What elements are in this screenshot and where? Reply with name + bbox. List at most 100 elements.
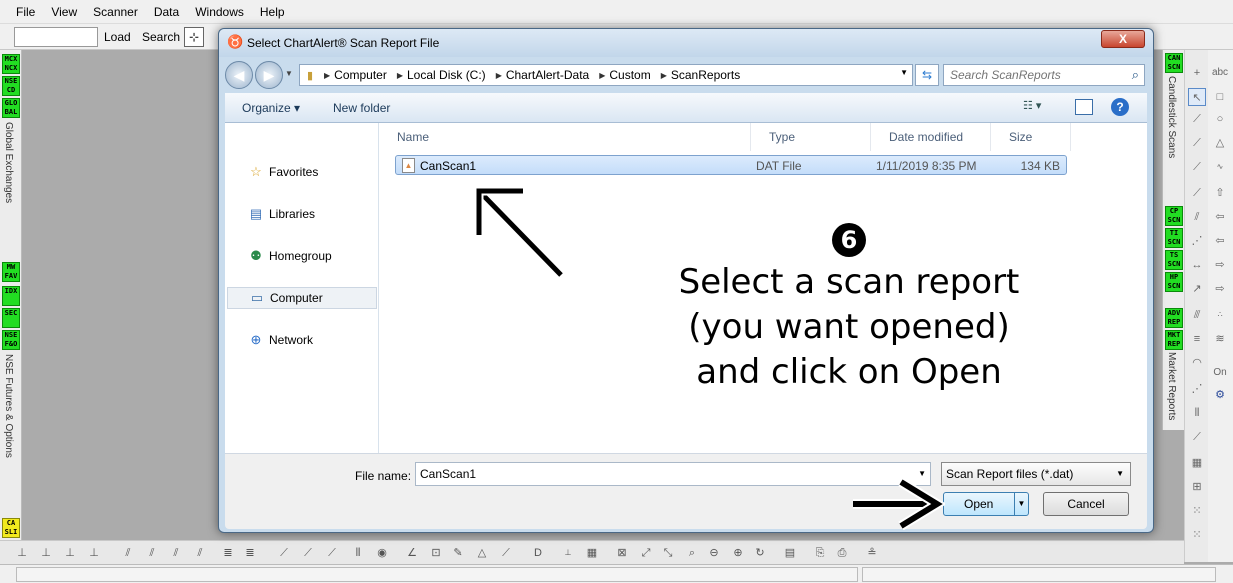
multi-line-icon[interactable]: ⟋: [1188, 184, 1206, 202]
chevron-right-icon[interactable]: ▶: [492, 71, 506, 80]
box-grid-icon[interactable]: ⊞: [1188, 478, 1206, 496]
rectangle-icon[interactable]: □: [1211, 88, 1229, 106]
pen-icon[interactable]: ✎: [448, 544, 468, 562]
zoom-icon[interactable]: ⌕: [682, 544, 702, 562]
diag-1-icon[interactable]: ⟋: [274, 544, 294, 562]
chart-icon[interactable]: ⊡: [426, 544, 446, 562]
parallel-lines-icon[interactable]: ≡: [1188, 330, 1206, 348]
preview-pane-icon[interactable]: [1075, 99, 1093, 115]
gann-fan-icon[interactable]: ⋰: [1188, 380, 1206, 398]
trendline-icon[interactable]: ⟋: [1188, 110, 1206, 128]
chevron-down-icon[interactable]: ▼: [900, 68, 908, 77]
text-label-icon[interactable]: ∴: [1211, 306, 1229, 324]
menu-scanner[interactable]: Scanner: [85, 5, 146, 19]
fit-icon[interactable]: ⊠: [612, 544, 632, 562]
menu-view[interactable]: View: [43, 5, 85, 19]
chevron-right-icon[interactable]: ▶: [320, 71, 334, 80]
open-split-chevron-icon[interactable]: ▼: [1014, 493, 1028, 515]
close-button[interactable]: X: [1101, 30, 1145, 48]
nav-libraries[interactable]: ▤ Libraries: [227, 203, 377, 225]
arrow-up-icon[interactable]: ⇧: [1211, 184, 1229, 202]
circle-r-icon[interactable]: ◉: [372, 544, 392, 562]
settings-r-icon[interactable]: ⚙: [1211, 386, 1229, 404]
dialog-title-bar[interactable]: ♉ Select ChartAlert® Scan Report File X: [219, 29, 1153, 57]
chevron-down-icon[interactable]: ▼: [1116, 463, 1124, 485]
speed-lines-icon[interactable]: ⟋: [1188, 428, 1206, 446]
angle-icon[interactable]: ∠: [402, 544, 422, 562]
tag-ti-scn[interactable]: TI SCN: [1165, 228, 1183, 248]
shrink-icon[interactable]: ⤡: [658, 544, 678, 562]
trendline-sl-icon[interactable]: ⟋: [1188, 134, 1206, 152]
chevron-right-icon[interactable]: ▶: [657, 71, 671, 80]
forward-button[interactable]: ▶: [255, 61, 283, 89]
grid-toggle-icon[interactable]: ▦: [582, 544, 602, 562]
menu-help[interactable]: Help: [252, 5, 293, 19]
channel-icon[interactable]: ⫽: [1188, 208, 1206, 226]
tag-cp-scn[interactable]: CP SCN: [1165, 206, 1183, 226]
scale-3-icon[interactable]: ⊥: [60, 544, 80, 562]
pointer-tool-icon[interactable]: ⊹: [184, 27, 204, 47]
breadcrumb-chartalert-data[interactable]: ChartAlert-Data: [506, 68, 595, 82]
menu-file[interactable]: File: [8, 5, 43, 19]
on-toggle[interactable]: On: [1211, 364, 1229, 382]
column-size[interactable]: Size: [991, 123, 1071, 151]
scale-1-icon[interactable]: ⊥: [12, 544, 32, 562]
chevron-down-icon[interactable]: ▼: [918, 469, 926, 478]
vertical-lines-icon[interactable]: ⦀: [1188, 404, 1206, 422]
crosshair-icon[interactable]: +: [1188, 64, 1206, 82]
column-name[interactable]: Name: [379, 123, 751, 151]
tag-mkt-rep[interactable]: MKT REP: [1165, 330, 1183, 350]
new-folder-button[interactable]: New folder: [333, 101, 390, 115]
expand-icon[interactable]: ⤢: [636, 544, 656, 562]
horizontal-line-icon[interactable]: ↔: [1188, 256, 1206, 274]
breadcrumb-computer[interactable]: Computer: [334, 68, 393, 82]
app-search-button[interactable]: Search: [142, 30, 180, 44]
app-load-button[interactable]: Load: [104, 30, 131, 44]
breadcrumb-scanreports[interactable]: ScanReports: [671, 68, 746, 82]
abc-icon[interactable]: ⟋: [496, 544, 516, 562]
arrow-down-left-icon[interactable]: ⇦: [1211, 232, 1229, 250]
wave-icon[interactable]: ≋: [1211, 330, 1229, 348]
search-box[interactable]: ⌕: [943, 64, 1145, 86]
tag-ca-sli[interactable]: CA SLI: [2, 518, 20, 538]
zoom-out-icon[interactable]: ⊖: [704, 544, 724, 562]
arrow-down-icon[interactable]: ⇨: [1211, 280, 1229, 298]
arrow-select-icon[interactable]: ↖: [1188, 88, 1206, 106]
nav-computer[interactable]: ▭ Computer: [227, 287, 377, 309]
column-date-modified[interactable]: Date modified: [871, 123, 991, 151]
nav-network[interactable]: ⊕ Network: [227, 329, 377, 351]
list-2-icon[interactable]: ≣: [240, 544, 260, 562]
triangle-icon[interactable]: △: [1211, 134, 1229, 152]
refresh-button[interactable]: ⇆: [915, 64, 939, 86]
tag-nse-fo[interactable]: NSE F&O: [2, 330, 20, 350]
app-symbol-input[interactable]: [14, 27, 98, 47]
history-dropdown-icon[interactable]: ▼: [285, 69, 297, 81]
organize-button[interactable]: Organize ▾: [242, 101, 300, 115]
back-button[interactable]: ◀: [225, 61, 253, 89]
view-options-icon[interactable]: ☷ ▾: [1023, 99, 1063, 117]
elliott-wave-icon[interactable]: ∿: [1211, 158, 1229, 176]
arc-icon[interactable]: ◠: [1188, 354, 1206, 372]
bar-lines-icon[interactable]: ⦀: [348, 544, 368, 562]
bars-2-icon[interactable]: ⫽: [142, 544, 162, 562]
export-icon[interactable]: ⎙: [832, 544, 852, 562]
zoom-in-icon[interactable]: ⊕: [728, 544, 748, 562]
search-icon[interactable]: ⌕: [1132, 67, 1139, 83]
refresh-chart-icon[interactable]: ↻: [750, 544, 770, 562]
tag-adv-rep[interactable]: ADV REP: [1165, 308, 1183, 328]
chevron-right-icon[interactable]: ▶: [393, 71, 407, 80]
nav-favorites[interactable]: ☆ Favorites: [227, 161, 377, 183]
text-tool-icon[interactable]: abc: [1211, 64, 1229, 82]
bars-3-icon[interactable]: ⫽: [166, 544, 186, 562]
file-row-canscan1[interactable]: ▲ CanScan1 DAT File 1/11/2019 8:35 PM 13…: [395, 155, 1067, 175]
arrow-right-icon[interactable]: ⇨: [1211, 256, 1229, 274]
tag-hp-scn[interactable]: HP SCN: [1165, 272, 1183, 292]
arrow-left-icon[interactable]: ⇦: [1211, 208, 1229, 226]
tag-mcx[interactable]: MCX NCX: [2, 54, 20, 74]
file-type-select[interactable]: Scan Report files (*.dat) ▼: [941, 462, 1131, 486]
tag-sec[interactable]: SEC: [2, 308, 20, 328]
cancel-button[interactable]: Cancel: [1043, 492, 1129, 516]
file-name-input[interactable]: [420, 467, 910, 481]
d-dropdown-icon[interactable]: D: [528, 544, 548, 562]
help-button[interactable]: ?: [1111, 98, 1129, 116]
